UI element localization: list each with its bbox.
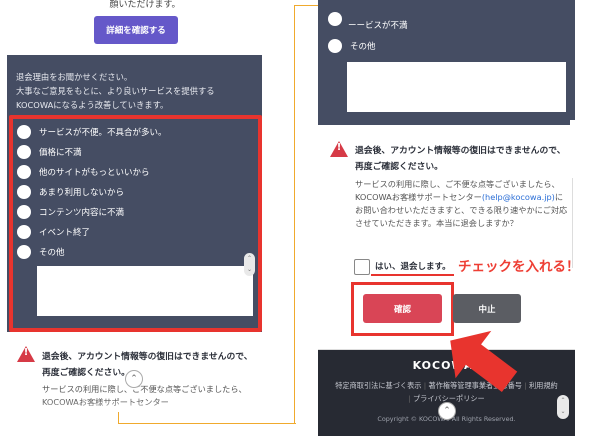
scroll-indicator[interactable]: ⌃ ⌄ [557,395,569,419]
option-label: ーービスが不満 [348,21,408,31]
footer-link-terms[interactable]: 利用規約 [529,381,558,390]
connector-line [118,412,296,424]
scroll-up-button[interactable]: ⌃ [125,370,143,388]
annotation-underline [371,274,454,276]
top-partial-text: 顔いただけます。 [109,0,181,10]
reason-intro-line-2: 大事なご意見をもとに、より良いサービスを提供する [16,86,215,96]
radio-button[interactable] [328,38,342,53]
pointer-arrow-icon [450,330,518,392]
confirm-button[interactable]: 確認 [363,294,442,323]
support-email-link[interactable]: (help@kocowa.jp) [482,192,555,202]
warning-icon: ! [330,141,348,157]
radio-button[interactable] [328,12,342,26]
details-button[interactable]: 詳細を確認する [94,16,178,44]
scroll-up-button[interactable]: ⌃ [438,402,456,420]
agree-label[interactable]: はい、退会します。 [375,260,451,272]
page-margin [570,120,600,350]
other-reason-textarea[interactable] [347,62,566,112]
reason-option-other[interactable]: その他 [328,38,376,53]
warning-title: 退会後、アカウント情報等の復旧はできませんので、再度ご確認ください。 [42,352,253,378]
annotation-callout: チェックを入れる！ [458,259,580,275]
annotation-highlight-frame [9,115,262,332]
warning-title: 退会後、アカウント情報等の復旧はできませんので、再度ご確認ください。 [355,146,566,172]
screenshot-canvas: { "left": { "top_text": "顔いただけます。", "det… [0,0,600,436]
footer-link-commerce-act[interactable]: 特定商取引法に基づく表示 [335,381,421,390]
warning-body: サービスの利用に際し、ご不便な点等ございましたら、KOCOWAお客様サポートセン… [355,178,570,230]
reason-intro-line-3: KOCOWAになるよう改善していきます。 [16,100,169,110]
agree-checkbox[interactable] [354,259,370,275]
option-label: その他 [350,41,376,52]
reason-intro-line-1: 退会理由をお聞かせください。 [16,72,133,82]
warning-icon: ! [17,346,35,362]
